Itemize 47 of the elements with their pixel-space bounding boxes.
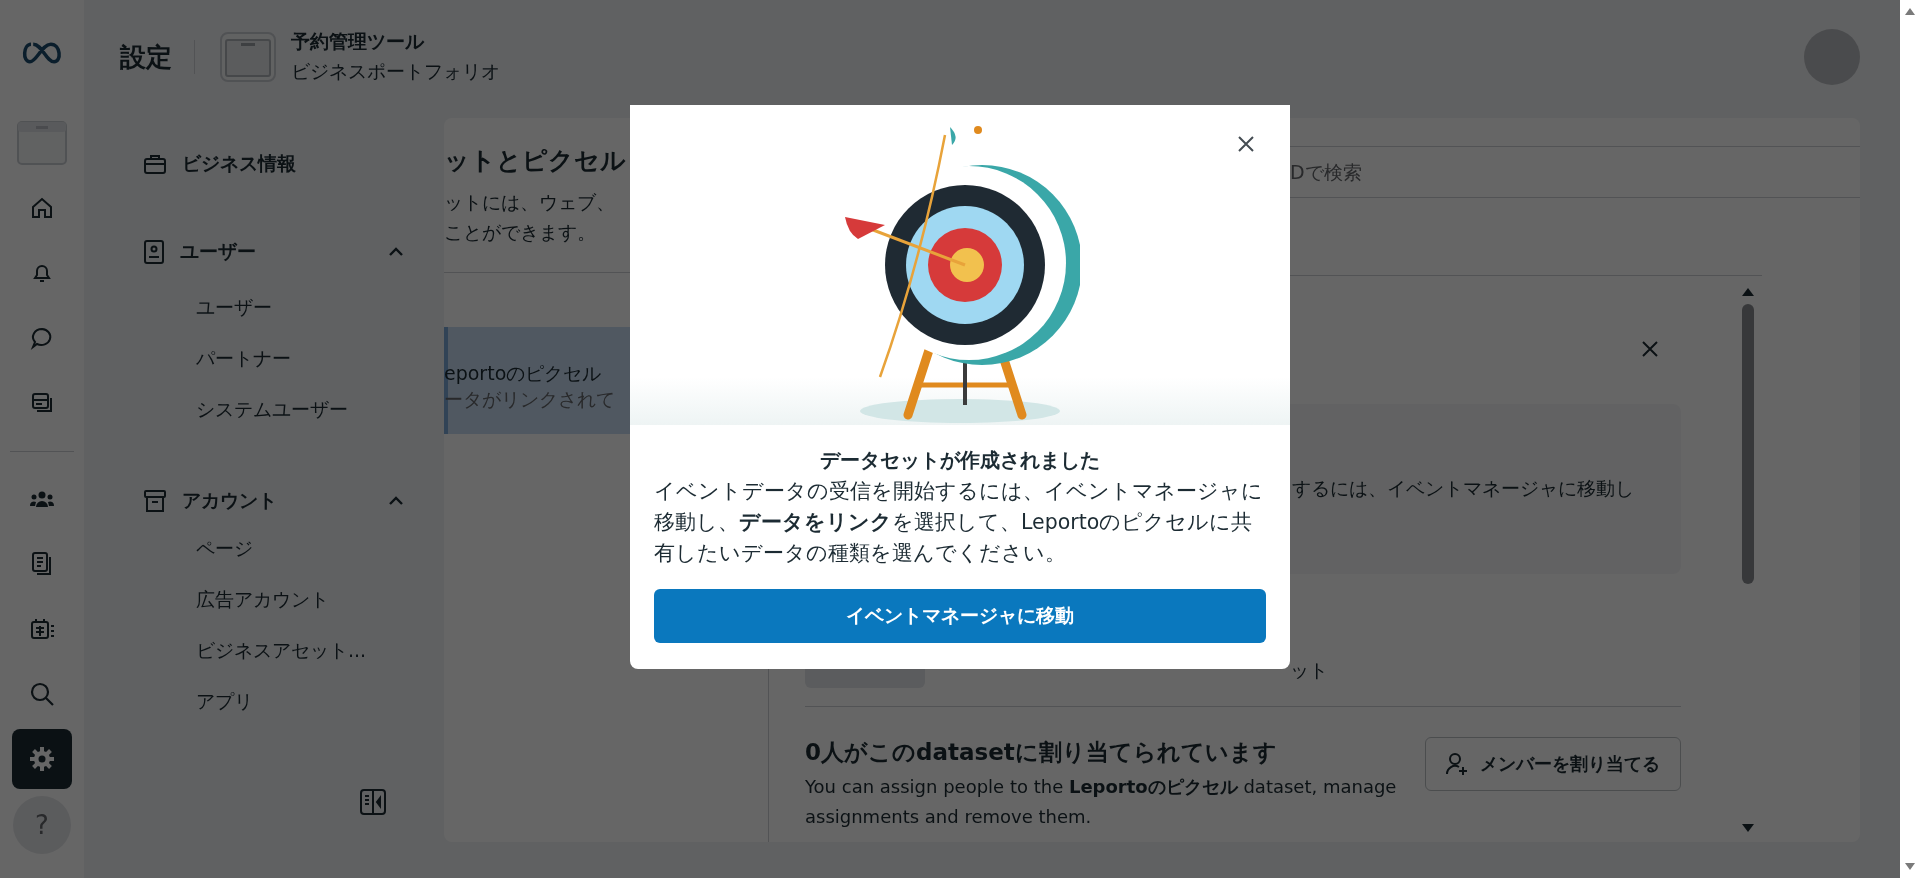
rail-button[interactable] <box>12 729 72 789</box>
section-description: ットには、ウェブ、 <box>444 190 616 215</box>
chat-icon <box>30 326 54 350</box>
business-name: 予約管理ツール <box>291 29 425 54</box>
chevron-icon[interactable] <box>388 496 404 506</box>
add-person-icon <box>1446 752 1468 776</box>
scroll-up-icon[interactable] <box>1905 8 1915 15</box>
business-type: ビジネスポートフォリオ <box>291 59 500 84</box>
calendar-grid-icon <box>29 617 55 641</box>
nav-section[interactable]: ユーザー <box>144 230 404 274</box>
sidebar-toggle-icon[interactable] <box>359 788 387 816</box>
nav-item[interactable]: ビジネスアセット... <box>144 625 444 676</box>
nav-item[interactable]: ユーザー <box>144 282 444 333</box>
help-button[interactable]: ? <box>13 796 71 854</box>
id-card-icon <box>144 240 164 264</box>
section-description: ことができます。 <box>444 220 597 245</box>
scroll-down-icon[interactable] <box>1742 824 1754 832</box>
search-field[interactable]: Dで検索 <box>768 147 1860 197</box>
nav-section[interactable]: アカウント <box>144 479 404 523</box>
assign-description: You can assign people to the Leportoのピクセル dataset, manage assignments and remove them. <box>805 775 1398 829</box>
nav-section[interactable]: ビジネス情報 <box>144 142 404 186</box>
chevron-icon[interactable] <box>388 247 404 257</box>
section-title: ットとピクセル <box>444 145 627 177</box>
action-label: ット <box>1290 658 1328 683</box>
nav-item[interactable]: システムユーザー <box>144 384 444 435</box>
dialog-title: データセットが作成されました <box>820 447 1100 474</box>
dataset-name: eportoのピクセル <box>444 361 603 386</box>
event-manager-button[interactable]: イベントマネージャに移動 <box>654 589 1266 643</box>
documents-icon <box>30 551 54 577</box>
nav-item[interactable]: アプリ <box>144 676 444 727</box>
search-icon <box>29 681 55 707</box>
scroll-down-icon[interactable] <box>1905 863 1915 870</box>
nav-item[interactable]: 広告アカウント <box>144 574 444 625</box>
page-title: 設定 <box>120 40 172 74</box>
archive-icon <box>144 490 166 512</box>
cards-icon <box>30 391 54 415</box>
dialog-message: イベントデータの受信を開始するには、イベントマネージャに移動し、データをリンクを選択して、Leportoのピクセルに共有したいデータの種類を選んでください。 <box>654 478 1264 567</box>
nav-item[interactable]: パートナー <box>144 333 444 384</box>
notice-text: するには、イベントマネージャに移動し <box>1292 476 1634 501</box>
close-icon[interactable] <box>1237 135 1255 153</box>
settings-icon <box>29 746 55 772</box>
folder-icon <box>17 121 67 165</box>
home-icon <box>30 196 54 220</box>
nav-item[interactable]: ページ <box>144 523 444 574</box>
assign-members-button[interactable]: メンバーを割り当てる <box>1425 737 1681 791</box>
scroll-up-icon[interactable] <box>1742 288 1754 296</box>
assign-heading: 0人がこのdatasetに割り当てられています <box>805 738 1278 767</box>
